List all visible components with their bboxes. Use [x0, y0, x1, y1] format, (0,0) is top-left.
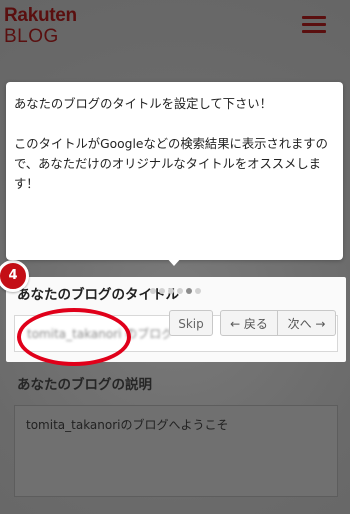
- tooltip-line-1: あなたのブログのタイトルを設定して下さい！: [14, 97, 272, 111]
- app-header: Rakuten BLOG: [0, 0, 350, 58]
- hamburger-menu-icon[interactable]: [302, 16, 326, 34]
- description-text: tomita_takanoriのブログへようこそ: [26, 418, 229, 432]
- tooltip-line-2: このタイトルがGoogleなどの検索結果に表示されますので、あなただけのオリジナ…: [14, 137, 328, 191]
- step-dot: [150, 288, 156, 294]
- description-textarea[interactable]: tomita_takanoriのブログへようこそ: [14, 405, 338, 497]
- next-button[interactable]: 次へ →: [278, 310, 336, 336]
- logo-bottom-text: BLOG: [4, 26, 59, 47]
- description-label: あなたのブログの説明: [17, 377, 152, 393]
- step-dot: [168, 288, 174, 294]
- menu-bar: [302, 30, 326, 33]
- back-button[interactable]: ← 戻る: [220, 310, 278, 336]
- tour-tooltip: あなたのブログのタイトルを設定して下さい！ このタイトルがGoogleなどの検索…: [6, 82, 343, 336]
- annotation-circle: [17, 308, 131, 366]
- rakuten-blog-logo[interactable]: Rakuten BLOG: [4, 6, 77, 46]
- step-dot: [186, 288, 192, 294]
- logo-top-text: Rakuten: [4, 5, 77, 26]
- menu-bar: [302, 16, 326, 19]
- menu-bar: [302, 23, 326, 26]
- step-dot: [159, 288, 165, 294]
- tooltip-arrow: [165, 256, 183, 266]
- step-indicator: [150, 288, 204, 295]
- step-dot: [195, 288, 201, 294]
- tooltip-text: あなたのブログのタイトルを設定して下さい！ このタイトルがGoogleなどの検索…: [14, 94, 339, 194]
- step-dot: [177, 288, 183, 294]
- skip-button[interactable]: Skip: [169, 310, 213, 336]
